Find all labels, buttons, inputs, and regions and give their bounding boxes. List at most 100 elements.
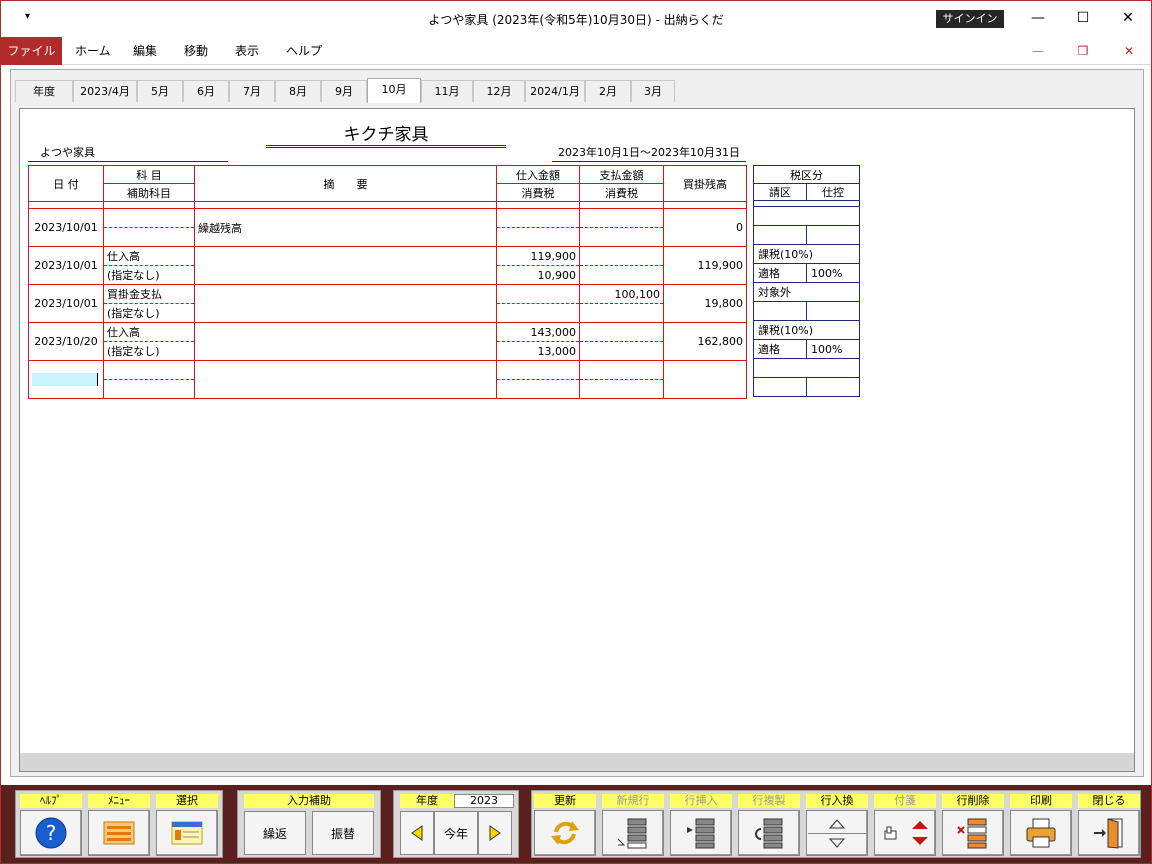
cell-tax-class[interactable] [753,206,860,226]
cell-payment-tax[interactable] [579,379,664,399]
cell-account[interactable]: 仕入高 [103,246,195,266]
cell-purchase-tax[interactable] [496,303,580,323]
table-row[interactable]: 2023/10/01 買掛金支払 100,100 19,800 [28,284,747,323]
table-row[interactable]: 2023/10/01 仕入高 119,900 119,900 [28,246,747,285]
cell-sub-account[interactable]: (指定なし) [103,265,195,285]
cell-description[interactable] [194,322,497,361]
menu-home[interactable]: ホーム [75,37,111,65]
cell-sub-account[interactable]: (指定なし) [103,341,195,361]
help-button[interactable]: ﾍﾙﾌﾟ ? [20,794,82,856]
cell-sub-account[interactable] [103,227,195,247]
tab-2023-4[interactable]: 2023/4月 [73,80,137,102]
cell-payment[interactable] [579,208,664,228]
swap-row-button[interactable]: 行入換 [806,794,868,856]
cell-tax-class[interactable]: 課税(10%) [753,320,860,340]
this-year-button[interactable]: 今年 [434,811,478,855]
refresh-button[interactable]: 更新 [534,794,596,856]
new-row-button[interactable]: 新規行 [602,794,664,856]
cell-description[interactable] [194,284,497,323]
maximize-icon[interactable]: ☐ [1060,7,1106,29]
repeat-button[interactable]: 繰返 [244,811,306,855]
menu-button[interactable]: ﾒﾆｭｰ [88,794,150,856]
cell-purchase[interactable]: 143,000 [496,322,580,342]
delete-row-button[interactable]: 行削除 [942,794,1004,856]
doc-close-icon[interactable]: ✕ [1119,42,1139,60]
menu-file[interactable]: ファイル [1,37,62,65]
cell-purchase-tax[interactable] [496,379,580,399]
doc-restore-icon[interactable]: ❐ [1073,42,1093,60]
cell-purchase-tax[interactable]: 13,000 [496,341,580,361]
minimize-icon[interactable]: — [1015,7,1061,29]
cell-tax-invoice[interactable] [753,377,807,397]
signin-button[interactable]: サインイン [936,10,1004,28]
transfer-button[interactable]: 振替 [312,811,374,855]
cell-purchase[interactable] [496,208,580,228]
next-year-button[interactable] [478,811,512,855]
cell-sub-account[interactable]: (指定なし) [103,303,195,323]
menu-help[interactable]: ヘルプ [286,37,322,65]
cell-account[interactable]: 買掛金支払 [103,284,195,304]
cell-account[interactable] [103,208,195,228]
cell-tax-deduct[interactable]: 100% [806,339,860,359]
cell-payment[interactable] [579,322,664,342]
close-icon[interactable]: ✕ [1105,7,1151,29]
cell-tax-class[interactable] [753,358,860,378]
tab-11[interactable]: 11月 [421,80,473,102]
tab-year[interactable]: 年度 [15,80,73,102]
tag-button[interactable]: 付箋 [874,794,936,856]
tab-2[interactable]: 2月 [585,80,631,102]
menu-move[interactable]: 移動 [184,37,208,65]
insert-row-button[interactable]: 行挿入 [670,794,732,856]
cell-sub-account[interactable] [103,379,195,399]
date-input-cursor[interactable] [32,373,98,386]
cell-purchase[interactable] [496,360,580,380]
cell-date[interactable]: 2023/10/01 [28,208,104,247]
cell-payment-tax[interactable] [579,341,664,361]
date-input-cell[interactable] [28,360,104,399]
cell-payment-tax[interactable] [579,227,664,247]
cell-purchase-tax[interactable]: 10,900 [496,265,580,285]
cell-account[interactable] [103,360,195,380]
prev-year-button[interactable] [400,811,434,855]
cell-description[interactable] [194,246,497,285]
cell-purchase-tax[interactable] [496,227,580,247]
table-row[interactable]: 2023/10/20 仕入高 143,000 162,800 [28,322,747,361]
cell-date[interactable]: 2023/10/20 [28,322,104,361]
cell-tax-invoice[interactable] [753,225,807,245]
cell-purchase[interactable]: 119,900 [496,246,580,266]
tab-9[interactable]: 9月 [321,80,367,102]
cell-payment-tax[interactable] [579,265,664,285]
menu-edit[interactable]: 編集 [133,37,157,65]
cell-payment[interactable] [579,246,664,266]
cell-description[interactable]: 繰越残高 [194,208,497,247]
tab-12[interactable]: 12月 [473,80,525,102]
cell-payment-tax[interactable] [579,303,664,323]
close-button[interactable]: 閉じる [1078,794,1140,856]
tab-5[interactable]: 5月 [137,80,183,102]
cell-tax-invoice[interactable] [753,301,807,321]
cell-account[interactable]: 仕入高 [103,322,195,342]
cell-tax-class[interactable]: 対象外 [753,282,860,302]
cell-payment[interactable] [579,360,664,380]
cell-purchase[interactable] [496,284,580,304]
cell-tax-deduct[interactable] [806,225,860,245]
tab-6[interactable]: 6月 [183,80,229,102]
menu-view[interactable]: 表示 [235,37,259,65]
tab-10[interactable]: 10月 [367,78,421,103]
cell-payment[interactable]: 100,100 [579,284,664,304]
select-button[interactable]: 選択 [156,794,218,856]
tab-7[interactable]: 7月 [229,80,275,102]
cell-tax-invoice[interactable]: 適格 [753,263,807,283]
new-entry-row[interactable] [28,360,747,399]
tab-2024-1[interactable]: 2024/1月 [525,80,585,102]
cell-description[interactable] [194,360,497,399]
cell-tax-class[interactable]: 課税(10%) [753,244,860,264]
cell-date[interactable]: 2023/10/01 [28,284,104,323]
table-row[interactable]: 2023/10/01 繰越残高 0 [28,208,747,247]
cell-date[interactable]: 2023/10/01 [28,246,104,285]
tab-3[interactable]: 3月 [631,80,675,102]
copy-row-button[interactable]: 行複製 [738,794,800,856]
cell-tax-deduct[interactable] [806,301,860,321]
cell-tax-invoice[interactable]: 適格 [753,339,807,359]
tab-8[interactable]: 8月 [275,80,321,102]
